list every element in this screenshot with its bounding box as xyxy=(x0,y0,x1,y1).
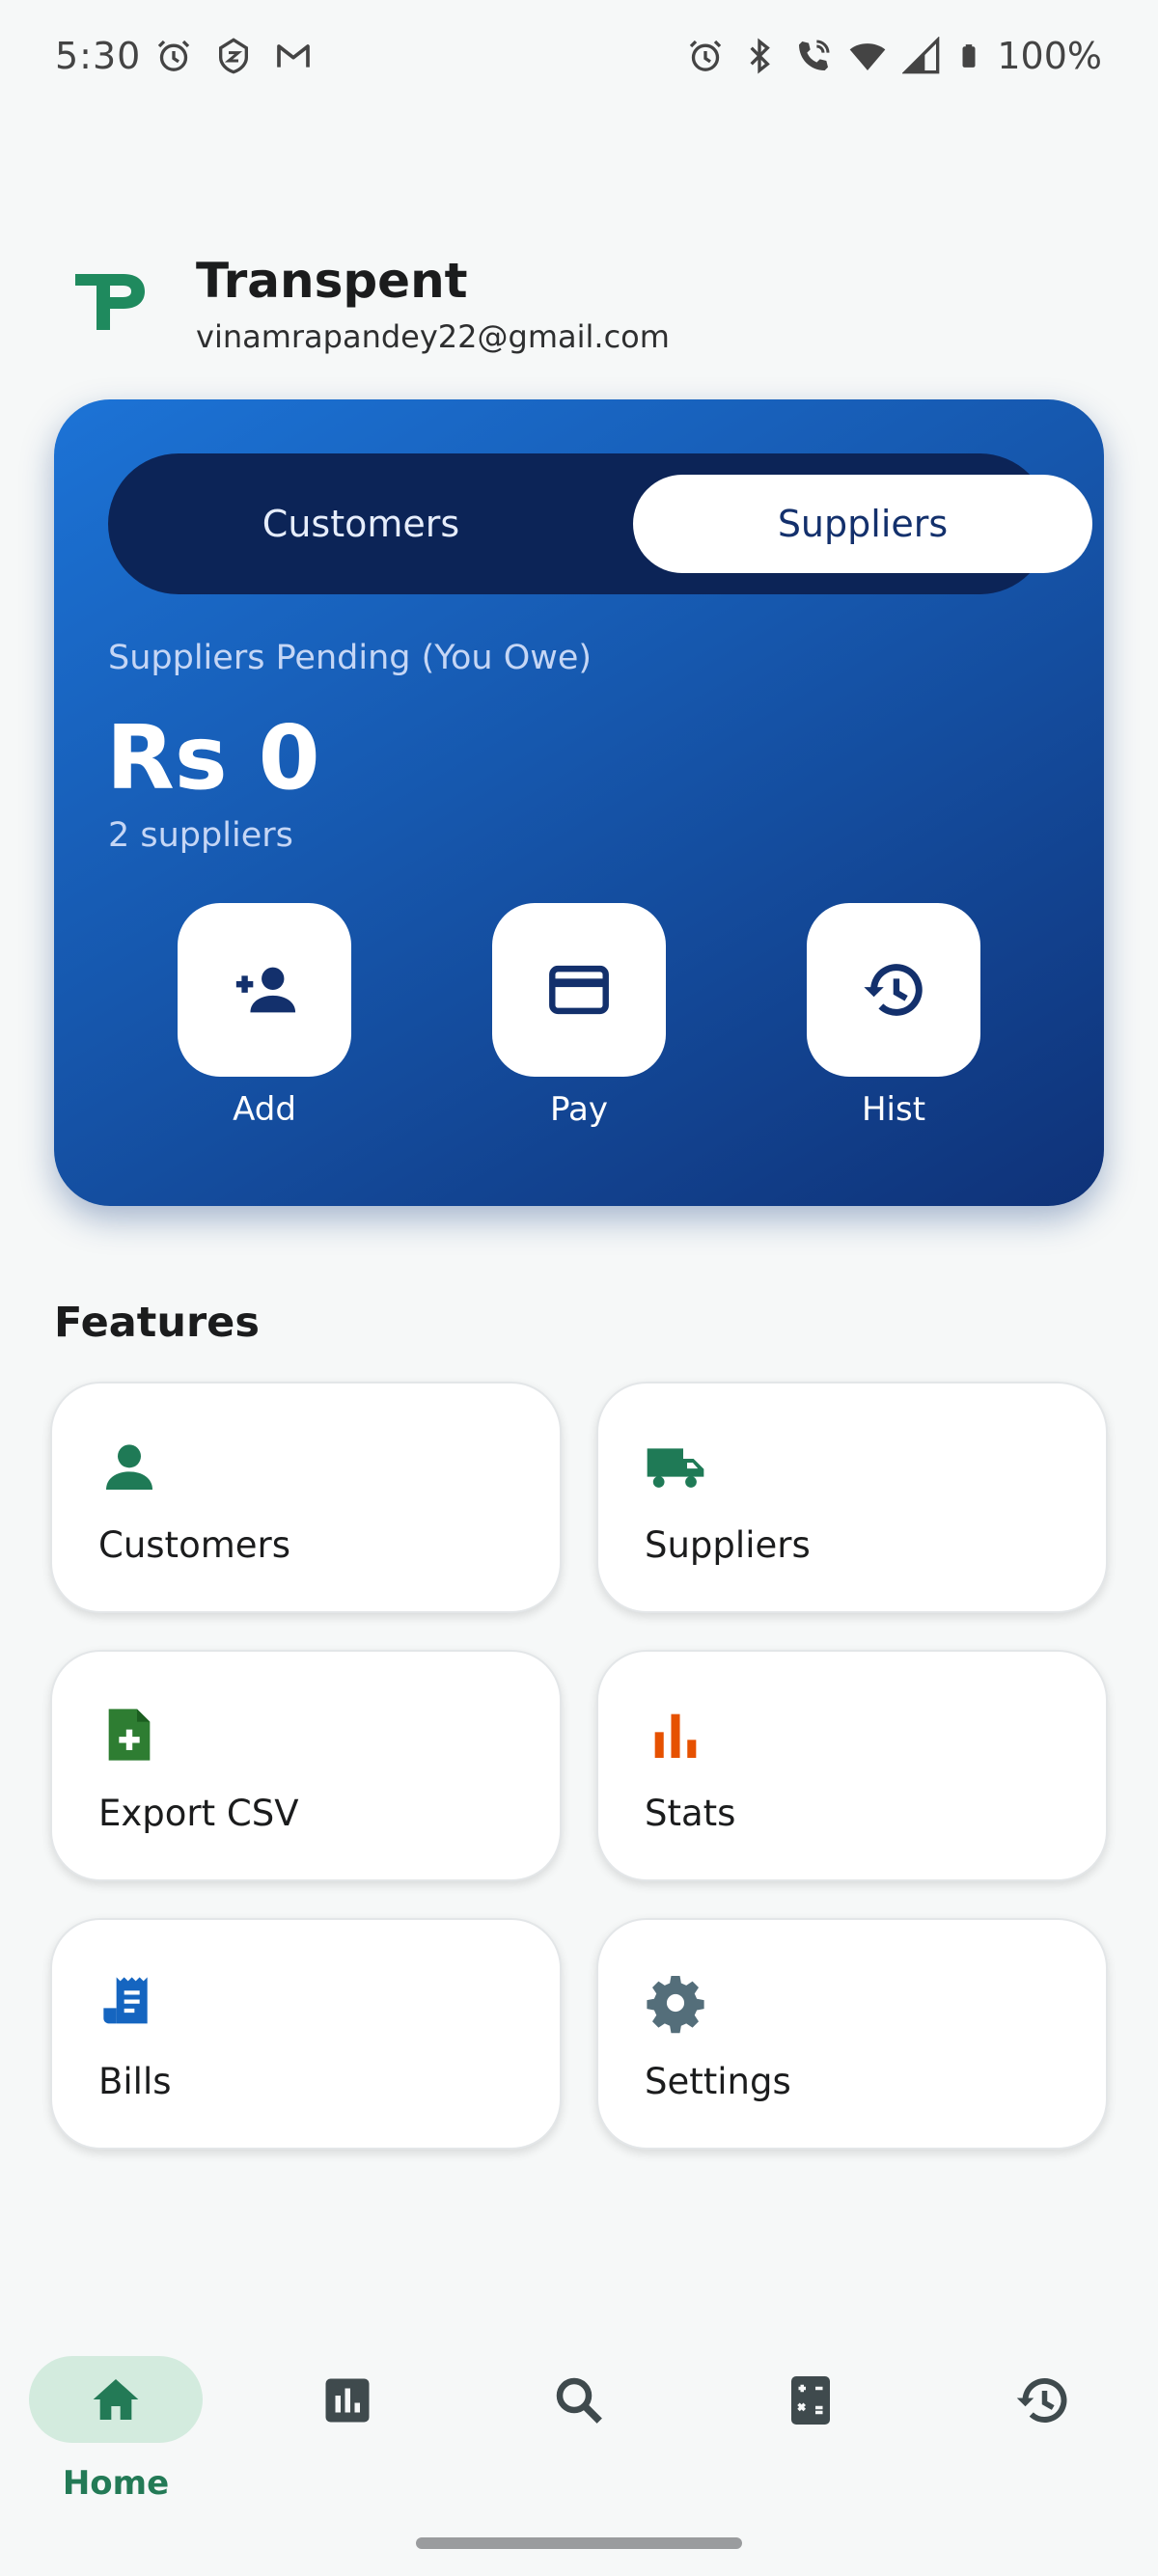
status-bar: 5:30 100% xyxy=(0,0,1158,116)
card-icon xyxy=(549,965,609,1015)
feature-customers[interactable]: Customers xyxy=(50,1382,562,1613)
pay-label: Pay xyxy=(550,1090,608,1129)
transpent-logo-icon xyxy=(75,274,145,330)
gmail-icon xyxy=(277,44,310,68)
add-label: Add xyxy=(233,1090,296,1129)
feature-label: Settings xyxy=(645,2061,791,2102)
status-time: 5:30 xyxy=(55,35,142,77)
person-icon xyxy=(106,1444,152,1490)
alarm-icon xyxy=(157,40,190,71)
bar-chart-icon xyxy=(654,1713,697,1758)
feature-label: Customers xyxy=(98,1524,291,1566)
receipt-icon xyxy=(103,1977,148,2024)
app-title: Transpent xyxy=(196,253,468,309)
gear-icon xyxy=(647,1976,704,2034)
segment-control: Customers Suppliers xyxy=(108,453,1092,594)
home-icon xyxy=(93,2379,139,2420)
tab-customers[interactable]: Customers xyxy=(131,475,591,573)
feature-settings[interactable]: Settings xyxy=(596,1918,1108,2150)
truck-icon xyxy=(647,1448,704,1488)
supplier-count: 2 suppliers xyxy=(108,816,293,855)
add-person-icon xyxy=(235,967,296,1013)
history-icon[interactable] xyxy=(1013,2371,1071,2429)
pending-label: Suppliers Pending (You Owe) xyxy=(108,639,593,677)
notification-icons xyxy=(154,37,313,75)
battery-icon xyxy=(962,44,976,68)
pay-button[interactable] xyxy=(492,903,666,1077)
file-add-icon xyxy=(108,1709,151,1761)
feature-bills[interactable]: Bills xyxy=(50,1918,562,2150)
bluetooth-icon xyxy=(750,38,771,74)
wifi-calling-icon xyxy=(799,40,830,70)
feature-label: Suppliers xyxy=(645,1524,811,1566)
battery-percent: 100% xyxy=(997,35,1102,77)
system-icons: 100% xyxy=(686,35,1102,77)
feature-export-csv[interactable]: Export CSV xyxy=(50,1650,562,1881)
tab-suppliers[interactable]: Suppliers xyxy=(633,475,1092,573)
nav-home-label: Home xyxy=(62,2464,170,2503)
nav-home[interactable]: Home xyxy=(0,2327,203,2503)
features-heading: Features xyxy=(54,1299,260,1347)
balance-card: Customers Suppliers Suppliers Pending (Y… xyxy=(54,399,1104,1206)
feature-label: Export CSV xyxy=(98,1793,299,1834)
feature-label: Stats xyxy=(645,1793,736,1834)
feature-suppliers[interactable]: Suppliers xyxy=(596,1382,1108,1613)
feature-label: Bills xyxy=(98,2061,172,2102)
add-button[interactable] xyxy=(178,903,351,1077)
wifi-icon xyxy=(850,43,886,70)
history-button[interactable] xyxy=(807,903,980,1077)
hist-label: Hist xyxy=(861,1090,926,1129)
history-action[interactable]: Hist xyxy=(807,903,980,1129)
user-email: vinamrapandey22@gmail.com xyxy=(196,318,670,355)
home-indicator[interactable] xyxy=(416,2537,742,2549)
history-icon xyxy=(864,964,923,1016)
home-screen: 5:30 100% Transpent vinamrapandey22@gmai… xyxy=(0,0,1158,2576)
calculator-icon[interactable] xyxy=(782,2371,840,2429)
signal-icon xyxy=(902,37,940,74)
pay-action[interactable]: Pay xyxy=(492,903,666,1129)
add-action[interactable]: Add xyxy=(178,903,351,1129)
pending-amount: Rs 0 xyxy=(106,706,320,809)
feature-stats[interactable]: Stats xyxy=(596,1650,1108,1881)
search-icon[interactable] xyxy=(550,2371,608,2429)
nav-home-pill[interactable] xyxy=(29,2356,203,2443)
alarm-icon xyxy=(690,40,722,71)
stats-icon[interactable] xyxy=(318,2371,376,2429)
sync-app-icon xyxy=(219,38,248,74)
